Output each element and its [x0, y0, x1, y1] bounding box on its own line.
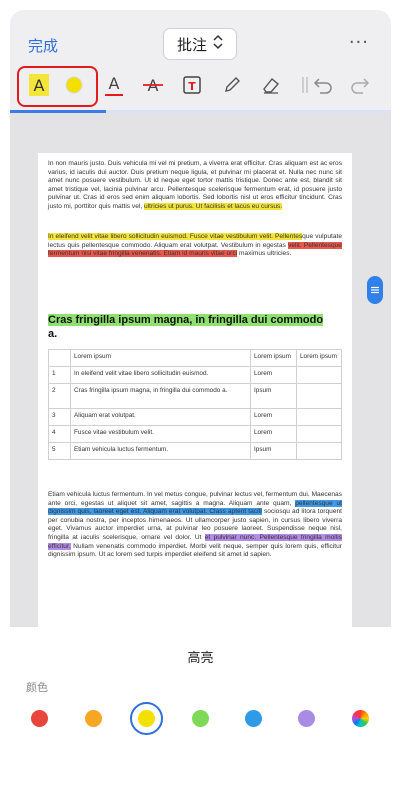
table-cell: In eleifend velit vitae libero sollicitu…: [70, 366, 251, 384]
table-cell: [296, 366, 342, 384]
chevron-updown-icon: [213, 34, 223, 54]
menu-lines-icon: [371, 286, 379, 294]
svg-text:A: A: [109, 74, 120, 93]
paragraph-1: In non mauris justo. Duis vehicula mi ve…: [48, 160, 342, 210]
annotation-toolbar: A A A T: [10, 70, 391, 110]
phone-screen: 完成 批注 ··· A A A T: [10, 10, 391, 791]
table-cell: Ipsum: [250, 442, 297, 460]
paragraph-3: Etiam vehicula luctus fermentum. In vel …: [48, 491, 343, 559]
table-cell: Aliquam erat volutpat.: [70, 408, 251, 426]
highlight-yellow[interactable]: In eleifend velit vitae libero sollicitu…: [48, 233, 303, 240]
table-cell: [296, 442, 342, 460]
table-cell: 1: [48, 366, 71, 384]
undo-icon[interactable]: [308, 70, 338, 100]
color-label: 颜色: [26, 681, 48, 694]
color-swatch-red[interactable]: [31, 710, 48, 727]
color-swatch-yellow[interactable]: [138, 710, 155, 727]
highlight-text-icon[interactable]: A: [24, 70, 54, 100]
mode-label: 批注: [176, 35, 207, 54]
table-row: 3 Aliquam erat volutpat. Lorem: [48, 408, 342, 426]
table-header-cell: Lorem ipsum: [250, 349, 297, 367]
table-cell: Ipsum: [250, 383, 297, 409]
table-cell: Lorem: [250, 366, 297, 384]
top-bar: 完成 批注 ··· A A A T: [10, 10, 391, 110]
mode-selector[interactable]: 批注: [163, 28, 237, 60]
svg-text:T: T: [188, 80, 196, 93]
document-table: Lorem ipsum Lorem ipsum Lorem ipsum 1 In…: [48, 349, 342, 460]
table-row: 5 Etiam vehicula luctus fermentum. Ipsum: [48, 442, 342, 460]
highlight-yellow[interactable]: ultricies ut purus. Ut facilisis et lacu…: [144, 202, 283, 210]
table-header-cell: Lorem ipsum: [70, 349, 251, 367]
color-swatch-purple[interactable]: [298, 710, 315, 727]
paragraph-2: In eleifend velit vitae libero sollicitu…: [48, 233, 342, 258]
eraser-icon[interactable]: [256, 70, 286, 100]
table-cell: 4: [48, 425, 71, 443]
done-button[interactable]: 完成: [28, 35, 58, 56]
table-header-cell: Lorem ipsum: [296, 349, 342, 367]
color-swatch-orange[interactable]: [85, 710, 102, 727]
color-picker-icon[interactable]: [352, 710, 369, 727]
svg-text:A: A: [34, 76, 45, 95]
document-area[interactable]: In non mauris justo. Duis vehicula mi ve…: [10, 113, 391, 627]
table-header-row: Lorem ipsum Lorem ipsum Lorem ipsum: [48, 349, 342, 367]
more-icon[interactable]: ···: [349, 32, 369, 53]
table-header-cell: [48, 349, 71, 367]
table-cell: 5: [48, 442, 71, 460]
table-cell: 3: [48, 408, 71, 426]
table-cell: [296, 383, 342, 409]
table-cell: [296, 425, 342, 443]
table-row: 2 Cras fringilla ipsum magna, in fringil…: [48, 383, 342, 409]
color-swatch-blue[interactable]: [245, 710, 262, 727]
highlight-green[interactable]: Cras fringilla ipsum magna, in fringilla…: [48, 314, 324, 326]
table-row: 1 In eleifend velit vitae libero sollici…: [48, 366, 342, 384]
table-cell: [296, 408, 342, 426]
redo-icon[interactable]: [345, 70, 375, 100]
underline-icon[interactable]: A: [99, 70, 129, 100]
highlight-sheet: 高亮 颜色: [10, 627, 391, 791]
pencil-icon[interactable]: [217, 70, 247, 100]
color-swatch-green[interactable]: [192, 710, 209, 727]
table-cell: 2: [48, 383, 71, 409]
table-row: 4 Fusce vitae vestibulum velit. Lorem: [48, 425, 342, 443]
table-cell: Lorem: [250, 425, 297, 443]
document-page: In non mauris justo. Duis vehicula mi ve…: [38, 153, 352, 627]
section-heading: Cras fringilla ipsum magna, in fringilla…: [48, 314, 324, 340]
table-cell: Fusce vitae vestibulum velit.: [70, 425, 251, 443]
table-cell: Cras fringilla ipsum magna, in fringilla…: [70, 383, 251, 409]
table-cell: Lorem: [250, 408, 297, 426]
strikethrough-icon[interactable]: A: [138, 70, 168, 100]
text-box-icon[interactable]: T: [177, 70, 207, 100]
table-cell: Etiam vehicula luctus fermentum.: [70, 442, 251, 460]
highlight-color-icon[interactable]: [59, 70, 89, 100]
scroll-handle[interactable]: [367, 276, 383, 304]
sheet-title: 高亮: [187, 651, 214, 666]
